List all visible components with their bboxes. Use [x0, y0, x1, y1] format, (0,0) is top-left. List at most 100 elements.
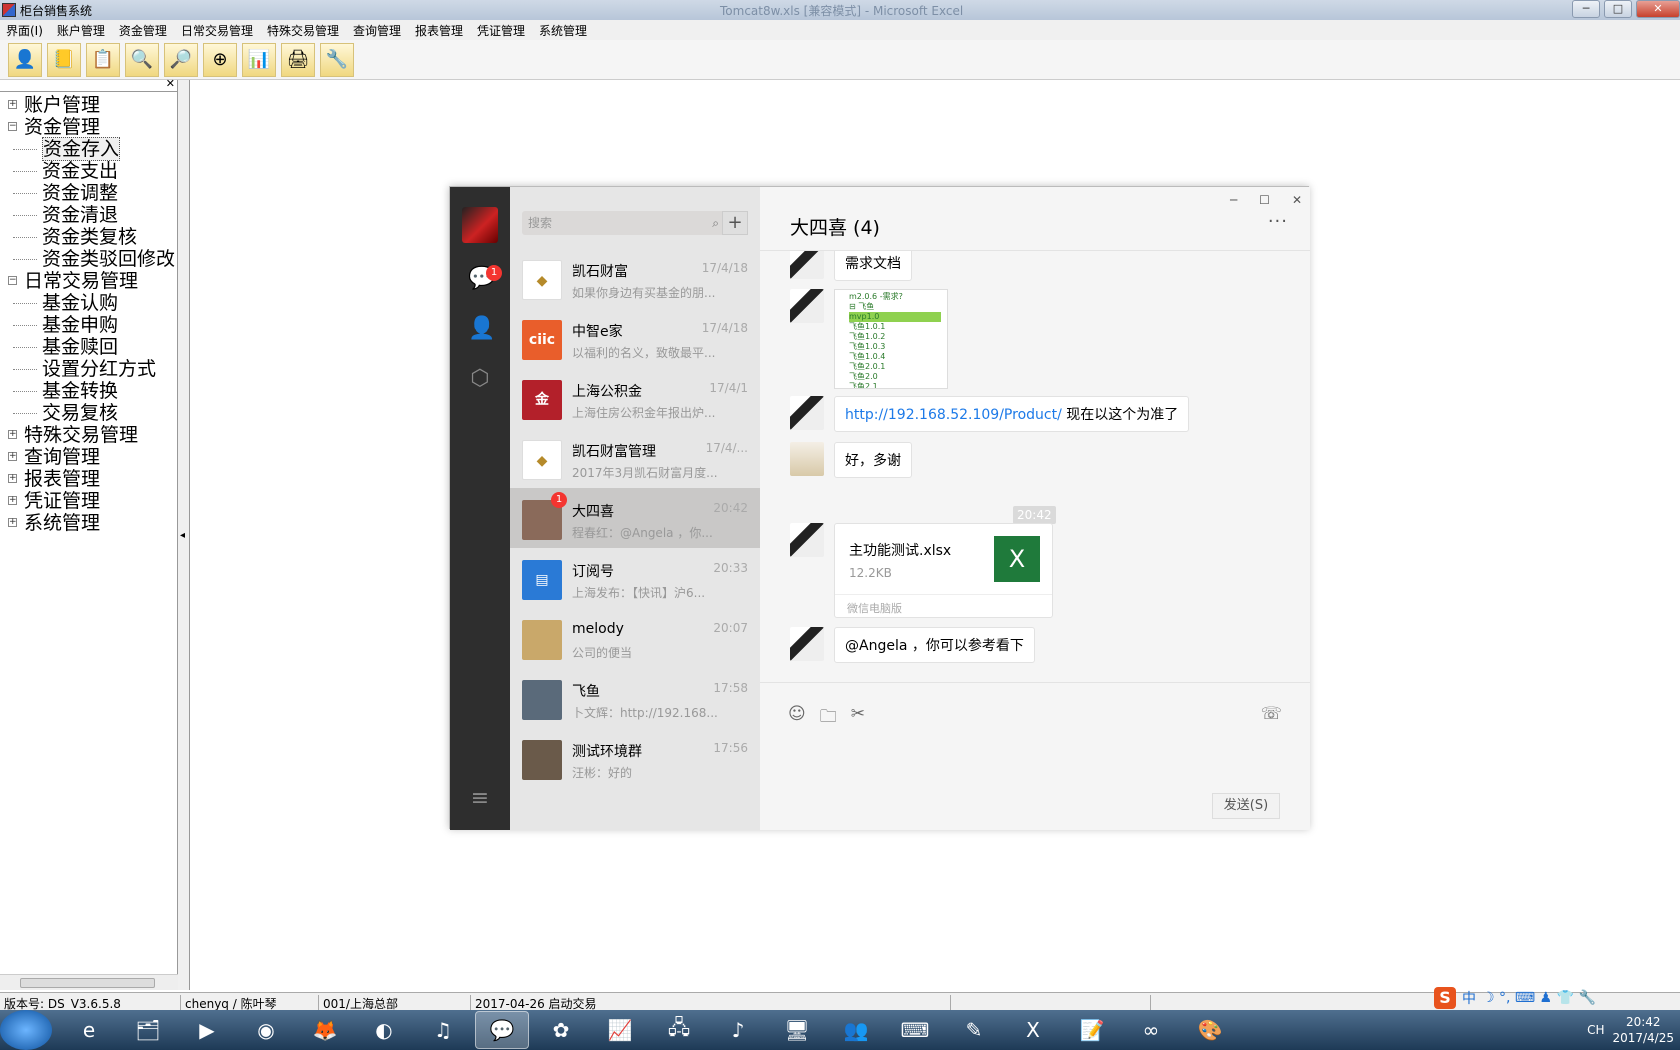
expand-icon[interactable]: +: [8, 452, 17, 461]
more-icon[interactable]: ···: [1268, 211, 1288, 232]
close-button[interactable]: ✕: [1636, 0, 1680, 18]
paint-icon[interactable]: 🎨: [1183, 1011, 1237, 1049]
ime-language[interactable]: 中: [1462, 988, 1476, 1008]
avatar[interactable]: [790, 289, 824, 323]
menu-icon[interactable]: ≡: [468, 787, 492, 811]
music-icon[interactable]: ♪: [711, 1011, 765, 1049]
contacts-icon[interactable]: 👤: [468, 317, 495, 341]
media-icon[interactable]: ▶: [180, 1011, 234, 1049]
conversation-item[interactable]: 测试环境群 17:56 汪彬：好的: [510, 728, 760, 788]
expand-icon[interactable]: +: [8, 474, 17, 483]
chrome-icon[interactable]: ◉: [239, 1011, 293, 1049]
magnifier-icon[interactable]: 🔎: [164, 42, 198, 77]
conversation-item[interactable]: 飞鱼 17:58 卜文辉：http://192.168....: [510, 668, 760, 728]
expand-icon[interactable]: +: [8, 518, 17, 527]
cmd-icon[interactable]: ⌨: [888, 1011, 942, 1049]
menu-item-voucher[interactable]: 凭证管理: [477, 22, 525, 39]
excel-icon[interactable]: X: [1006, 1011, 1060, 1049]
search-input[interactable]: 搜索 ⌕: [522, 211, 727, 235]
tree-item[interactable]: 资金类驳回修改: [4, 248, 177, 270]
printer-icon[interactable]: 🖨: [281, 42, 315, 77]
tree-item[interactable]: 基金转换: [4, 380, 177, 402]
tools-icon[interactable]: 🔧: [320, 42, 354, 77]
zoom-icon[interactable]: ⊕: [203, 42, 237, 77]
baidu-icon[interactable]: ✿: [534, 1011, 588, 1049]
tree-item[interactable]: 基金认购: [4, 292, 177, 314]
tree-item[interactable]: + 系统管理: [4, 512, 177, 534]
menu-item-special-trade[interactable]: 特殊交易管理: [267, 22, 339, 39]
message-link[interactable]: http://192.168.52.109/Product/: [845, 407, 1062, 423]
tree-item[interactable]: 设置分红方式: [4, 358, 177, 380]
menu-item-query[interactable]: 查询管理: [353, 22, 401, 39]
tree-item[interactable]: 资金清退: [4, 204, 177, 226]
folder-icon[interactable]: 🗀: [820, 704, 837, 733]
horizontal-scrollbar[interactable]: [0, 974, 178, 990]
sogou-icon[interactable]: S: [1434, 987, 1456, 1009]
phone-icon[interactable]: ☏: [1261, 704, 1282, 724]
conversation-item[interactable]: 金上海公积金 17/4/1 上海住房公积金年报出炉...: [510, 368, 760, 428]
conversation-item[interactable]: ◆ 凯石财富 17/4/18 如果你身边有买基金的朋...: [510, 248, 760, 308]
chart-app-icon[interactable]: 📈: [593, 1011, 647, 1049]
collapse-icon[interactable]: −: [8, 122, 17, 131]
favorites-icon[interactable]: ⬡: [468, 367, 492, 391]
minimize-button[interactable]: ─: [1572, 0, 1600, 18]
avatar[interactable]: [790, 442, 824, 476]
ime-tool-icons[interactable]: ☽ °, ⌨ ♟ 👕 🔧: [1482, 990, 1596, 1006]
menu-item-daily-trade[interactable]: 日常交易管理: [181, 22, 253, 39]
people-icon[interactable]: 👥: [829, 1011, 883, 1049]
chart-icon[interactable]: 📊: [242, 42, 276, 77]
wechat-minimize-button[interactable]: ─: [1230, 193, 1237, 207]
notepad-icon[interactable]: 📝: [1065, 1011, 1119, 1049]
netease-icon[interactable]: ♫: [416, 1011, 470, 1049]
my-avatar[interactable]: [462, 207, 498, 243]
conversation-item[interactable]: 大四喜 20:42 程春红：@Angela ，你... 1: [510, 488, 760, 548]
menu-item-report[interactable]: 报表管理: [415, 22, 463, 39]
tree-item[interactable]: 交易复核: [4, 402, 177, 424]
conversation-item[interactable]: ciic 中智e家 17/4/18 以福利的名义，致敬最平...: [510, 308, 760, 368]
tray-language[interactable]: CH: [1587, 1023, 1604, 1037]
note-icon[interactable]: 📋: [86, 42, 120, 77]
vs-icon[interactable]: ∞: [1124, 1011, 1178, 1049]
panel-close-icon[interactable]: ✕: [166, 77, 175, 90]
tree-item[interactable]: − 日常交易管理: [4, 270, 177, 292]
pen-icon[interactable]: ✎: [947, 1011, 1001, 1049]
conversation-item[interactable]: melody 20:07 公司的便当: [510, 608, 760, 668]
search-person-icon[interactable]: 🔍: [125, 42, 159, 77]
avatar[interactable]: [790, 523, 824, 557]
conversation-item[interactable]: ◆ 凯石财富管理 17/4/... 2017年3月凯石财富月度...: [510, 428, 760, 488]
avatar[interactable]: [790, 627, 824, 661]
tree-item[interactable]: 资金支出: [4, 160, 177, 182]
emoji-icon[interactable]: ☺: [788, 704, 806, 733]
avatar[interactable]: [790, 251, 824, 279]
collapse-arrow-icon[interactable]: ◂: [180, 530, 185, 541]
tree-item[interactable]: 基金申购: [4, 314, 177, 336]
tree-item[interactable]: 资金调整: [4, 182, 177, 204]
tree-item[interactable]: + 账户管理: [4, 94, 177, 116]
menu-item-funds[interactable]: 资金管理: [119, 22, 167, 39]
menu-item-interface[interactable]: 界面(I): [6, 22, 43, 39]
expand-icon[interactable]: +: [8, 100, 17, 109]
image-thumbnail[interactable]: m2.0.6 -需求? ⊟ 飞鱼 mvp1.0 飞鱼1.0.1 飞鱼1.0.2 飞鱼1.0…: [834, 289, 948, 389]
menu-item-account[interactable]: 账户管理: [57, 22, 105, 39]
firefox-icon[interactable]: 🦊: [298, 1011, 352, 1049]
menu-item-system[interactable]: 系统管理: [539, 22, 587, 39]
ie-icon[interactable]: e: [62, 1011, 116, 1049]
expand-icon[interactable]: +: [8, 496, 17, 505]
file-card[interactable]: 主功能测试.xlsx 12.2KB X 微信电脑版: [834, 523, 1053, 618]
terminal-icon[interactable]: 🖥: [770, 1011, 824, 1049]
add-button[interactable]: +: [722, 211, 748, 235]
collapse-icon[interactable]: −: [8, 276, 17, 285]
scissors-icon[interactable]: ✂: [851, 704, 865, 733]
tree-item[interactable]: 基金赎回: [4, 336, 177, 358]
avatar[interactable]: [790, 396, 824, 430]
start-button[interactable]: [0, 1010, 52, 1050]
wechat-maximize-button[interactable]: ☐: [1259, 193, 1270, 207]
conversation-item[interactable]: ▤ 订阅号 20:33 上海发布：【快讯】沪6...: [510, 548, 760, 608]
wechat-close-button[interactable]: ✕: [1292, 193, 1302, 207]
folder-icon[interactable]: 🗂: [121, 1011, 175, 1049]
clock[interactable]: 20:42 2017/4/25: [1612, 1014, 1674, 1046]
tree-item[interactable]: 资金类复核: [4, 226, 177, 248]
tree-item[interactable]: − 资金管理: [4, 116, 177, 138]
tree-item[interactable]: 资金存入: [4, 137, 177, 161]
network-icon[interactable]: 🖧: [652, 1011, 706, 1049]
